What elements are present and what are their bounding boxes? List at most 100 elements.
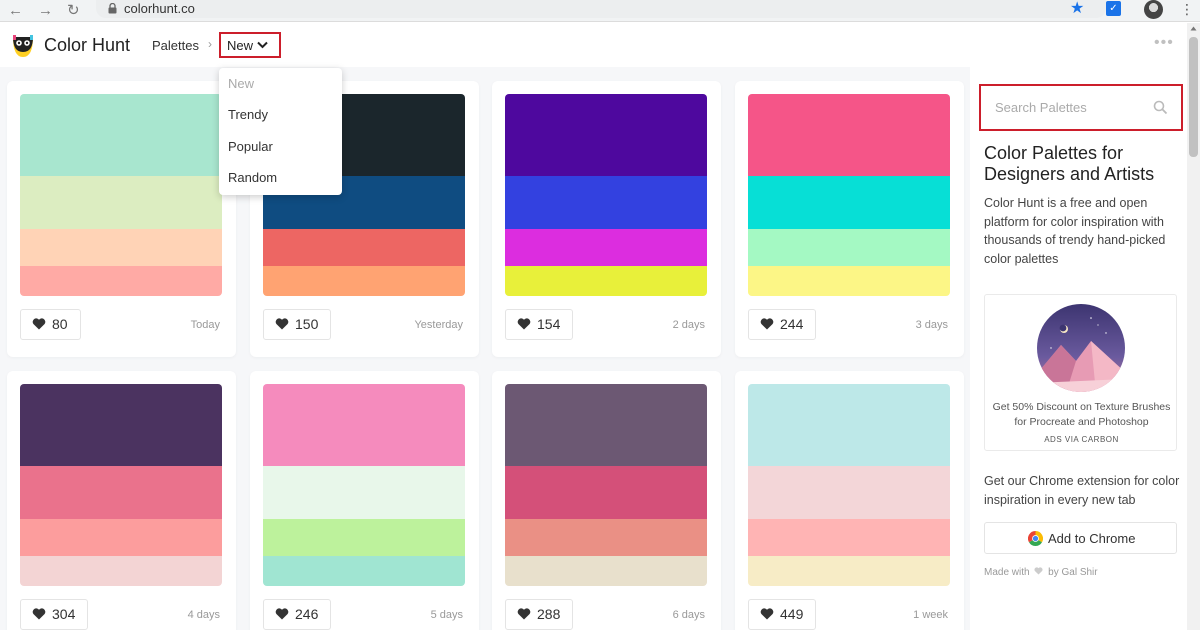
page-scrollbar[interactable] <box>1187 23 1200 630</box>
palette-age: Yesterday <box>414 319 463 331</box>
filter-dropdown-button[interactable]: New <box>219 32 281 58</box>
palette-card[interactable]: 80 Today <box>7 81 236 357</box>
search-input[interactable] <box>986 91 1156 123</box>
like-button[interactable]: 150 <box>263 309 332 340</box>
color-swatch[interactable] <box>505 94 707 176</box>
made-with-prefix: Made with <box>984 567 1030 578</box>
address-url[interactable]: colorhunt.co <box>124 1 195 17</box>
like-button[interactable]: 304 <box>20 599 89 630</box>
browser-menu-icon[interactable]: ⋮ <box>1180 0 1194 18</box>
color-swatch[interactable] <box>263 384 465 466</box>
like-button[interactable]: 244 <box>748 309 817 340</box>
add-to-chrome-button[interactable]: Add to Chrome <box>984 522 1177 554</box>
palette-swatches[interactable] <box>505 384 707 586</box>
like-count: 80 <box>52 316 68 332</box>
color-swatch[interactable] <box>263 519 465 556</box>
bookmark-star-icon[interactable]: ★ <box>1070 0 1084 18</box>
color-swatch[interactable] <box>20 176 222 229</box>
color-swatch[interactable] <box>748 519 950 556</box>
dropdown-item-popular[interactable]: Popular <box>228 139 273 154</box>
palette-age: 4 days <box>187 609 220 621</box>
made-with-author: by Gal Shir <box>1048 567 1098 578</box>
like-count: 244 <box>780 316 804 332</box>
palette-swatches[interactable] <box>748 384 950 586</box>
scroll-up-arrow-icon[interactable] <box>1190 25 1197 32</box>
color-swatch[interactable] <box>748 384 950 466</box>
back-icon[interactable]: ← <box>8 2 23 20</box>
dropdown-item-random[interactable]: Random <box>228 170 277 185</box>
like-count: 304 <box>52 606 76 622</box>
color-swatch[interactable] <box>263 229 465 266</box>
color-swatch[interactable] <box>505 266 707 296</box>
color-hunt-logo-icon[interactable] <box>10 33 36 59</box>
color-swatch[interactable] <box>505 384 707 466</box>
color-swatch[interactable] <box>748 229 950 266</box>
color-swatch[interactable] <box>20 466 222 519</box>
search-icon[interactable] <box>1153 100 1168 115</box>
color-swatch[interactable] <box>748 176 950 229</box>
color-swatch[interactable] <box>748 556 950 586</box>
palette-age: 6 days <box>672 609 705 621</box>
heart-icon <box>760 318 774 330</box>
like-button[interactable]: 288 <box>505 599 574 630</box>
color-swatch[interactable] <box>505 176 707 229</box>
color-swatch[interactable] <box>20 94 222 176</box>
color-swatch[interactable] <box>748 466 950 519</box>
browser-toolbar: ← → ↻ colorhunt.co ★ ✓ ⋮ <box>0 0 1200 22</box>
ad-text[interactable]: Get 50% Discount on Texture Brushes for … <box>989 400 1174 429</box>
heart-icon <box>1034 567 1043 575</box>
ad-via-label[interactable]: ADS VIA CARBON <box>989 435 1174 444</box>
brand-name[interactable]: Color Hunt <box>44 35 130 56</box>
dropdown-item-trendy[interactable]: Trendy <box>228 107 268 122</box>
profile-avatar[interactable] <box>1144 0 1163 19</box>
address-bar[interactable] <box>96 0 1106 18</box>
breadcrumb-palettes[interactable]: Palettes <box>152 38 199 53</box>
color-swatch[interactable] <box>20 556 222 586</box>
palette-card[interactable]: 244 3 days <box>735 81 964 357</box>
heart-icon <box>517 318 531 330</box>
color-swatch[interactable] <box>505 466 707 519</box>
palette-grid: 80 Today 150 Yesterday 154 2 days 244 3 days 304… <box>0 67 970 630</box>
color-swatch[interactable] <box>20 384 222 466</box>
color-swatch[interactable] <box>505 229 707 266</box>
palette-age: 2 days <box>672 319 705 331</box>
like-button[interactable]: 246 <box>263 599 332 630</box>
palette-swatches[interactable] <box>20 384 222 586</box>
palette-swatches[interactable] <box>263 384 465 586</box>
color-swatch[interactable] <box>20 229 222 266</box>
carbon-ad[interactable]: Get 50% Discount on Texture Brushes for … <box>984 294 1177 451</box>
like-button[interactable]: 154 <box>505 309 574 340</box>
color-swatch[interactable] <box>505 519 707 556</box>
color-swatch[interactable] <box>20 519 222 556</box>
color-swatch[interactable] <box>263 556 465 586</box>
like-button[interactable]: 80 <box>20 309 81 340</box>
palette-swatches[interactable] <box>748 94 950 296</box>
more-options-icon[interactable]: ••• <box>1154 35 1174 51</box>
filter-dropdown-menu: New Trendy Popular Random <box>219 68 342 195</box>
color-swatch[interactable] <box>263 266 465 296</box>
reload-icon[interactable]: ↻ <box>67 2 80 20</box>
made-with-credit[interactable]: Made with by Gal Shir <box>984 567 1098 578</box>
color-swatch[interactable] <box>20 266 222 296</box>
palette-swatches[interactable] <box>20 94 222 296</box>
forward-icon[interactable]: → <box>38 2 53 20</box>
scrollbar-thumb[interactable] <box>1189 37 1198 157</box>
extension-icon[interactable]: ✓ <box>1106 1 1121 16</box>
ad-illustration[interactable] <box>1036 303 1126 393</box>
lock-icon <box>108 3 117 14</box>
color-swatch[interactable] <box>748 266 950 296</box>
chevron-down-icon <box>257 41 268 49</box>
palette-card[interactable]: 304 4 days <box>7 371 236 630</box>
like-button[interactable]: 449 <box>748 599 817 630</box>
sidebar-title: Color Palettes for Designers and Artists <box>984 143 1155 184</box>
chrome-logo-icon <box>1028 531 1043 546</box>
palette-card[interactable]: 288 6 days <box>492 371 721 630</box>
like-count: 246 <box>295 606 319 622</box>
palette-card[interactable]: 246 5 days <box>250 371 479 630</box>
palette-card[interactable]: 154 2 days <box>492 81 721 357</box>
color-swatch[interactable] <box>263 466 465 519</box>
palette-card[interactable]: 449 1 week <box>735 371 964 630</box>
color-swatch[interactable] <box>505 556 707 586</box>
palette-swatches[interactable] <box>505 94 707 296</box>
color-swatch[interactable] <box>748 94 950 176</box>
